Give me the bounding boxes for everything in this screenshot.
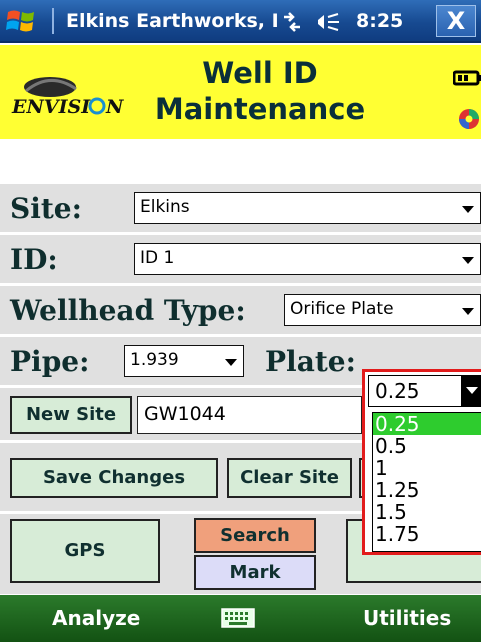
pipe-value: 1.939 [130, 350, 179, 370]
site-row: Site: Elkins [0, 184, 481, 232]
app-header: ENVISI N Well ID Maintenance [0, 45, 481, 139]
new-site-button[interactable]: New Site [10, 396, 132, 434]
site-label: Site: [10, 192, 82, 225]
disc-icon [459, 109, 479, 129]
save-changes-button[interactable]: Save Changes [10, 458, 218, 498]
wellhead-type-value: Orifice Plate [290, 299, 394, 319]
wellhead-type-select[interactable]: Orifice Plate [284, 294, 481, 326]
close-button[interactable]: X [436, 5, 476, 37]
clear-site-button[interactable]: Clear Site [227, 458, 352, 498]
title-bar: Elkins Earthworks, I 8:25 X [0, 0, 481, 43]
plate-option[interactable]: 1.75 [373, 523, 481, 545]
pipe-select[interactable]: 1.939 [124, 345, 244, 377]
mark-button[interactable]: Mark [194, 555, 316, 590]
id-select[interactable]: ID 1 [134, 243, 481, 275]
pipe-label: Pipe: [10, 345, 90, 378]
gps-button[interactable]: GPS [10, 519, 160, 583]
plate-option[interactable]: 0.25 [373, 413, 481, 435]
keyboard-icon[interactable] [221, 607, 255, 629]
plate-options-list[interactable]: 0.25 0.5 1 1.25 1.5 1.75 [372, 412, 481, 552]
plate-dropdown[interactable]: 0.25 0.25 0.5 1 1.25 1.5 1.75 [362, 369, 481, 555]
title-separator [52, 8, 54, 34]
battery-icon [453, 70, 481, 86]
chevron-down-icon [462, 206, 474, 213]
id-value: ID 1 [140, 248, 175, 268]
plate-option[interactable]: 1 [373, 457, 481, 479]
page-title: Well ID Maintenance [154, 56, 366, 126]
plate-value: 0.25 [375, 379, 420, 403]
window-title: Elkins Earthworks, I [66, 10, 279, 32]
site-select[interactable]: Elkins [134, 192, 481, 224]
svg-text:ENVISI: ENVISI [11, 96, 91, 118]
chevron-down-icon [225, 359, 237, 366]
site-value: Elkins [140, 197, 190, 217]
plate-label: Plate: [265, 345, 356, 378]
plate-select[interactable]: 0.25 [368, 375, 481, 407]
windows-start-icon[interactable] [6, 7, 36, 35]
chevron-down-icon [462, 308, 474, 315]
clock[interactable]: 8:25 [356, 10, 403, 32]
plate-option[interactable]: 1.5 [373, 501, 481, 523]
new-site-field[interactable]: GW1044 [137, 396, 362, 434]
plate-option[interactable]: 0.5 [373, 435, 481, 457]
network-icon[interactable] [280, 11, 304, 33]
wellhead-row: Wellhead Type: Orifice Plate [0, 286, 481, 334]
svg-text:N: N [105, 96, 124, 118]
utilities-softkey[interactable]: Utilities [363, 606, 451, 630]
envision-logo: ENVISI N [11, 77, 124, 118]
id-label: ID: [10, 243, 58, 276]
plate-option[interactable]: 1.25 [373, 479, 481, 501]
search-button[interactable]: Search [194, 518, 316, 553]
volume-icon[interactable] [315, 11, 341, 33]
chevron-down-icon [462, 257, 474, 264]
id-row: ID: ID 1 [0, 235, 481, 283]
chevron-down-icon[interactable] [461, 376, 481, 406]
wellhead-type-label: Wellhead Type: [10, 294, 246, 327]
softkey-bar: Analyze Utilities [0, 595, 481, 642]
analyze-softkey[interactable]: Analyze [52, 606, 140, 630]
